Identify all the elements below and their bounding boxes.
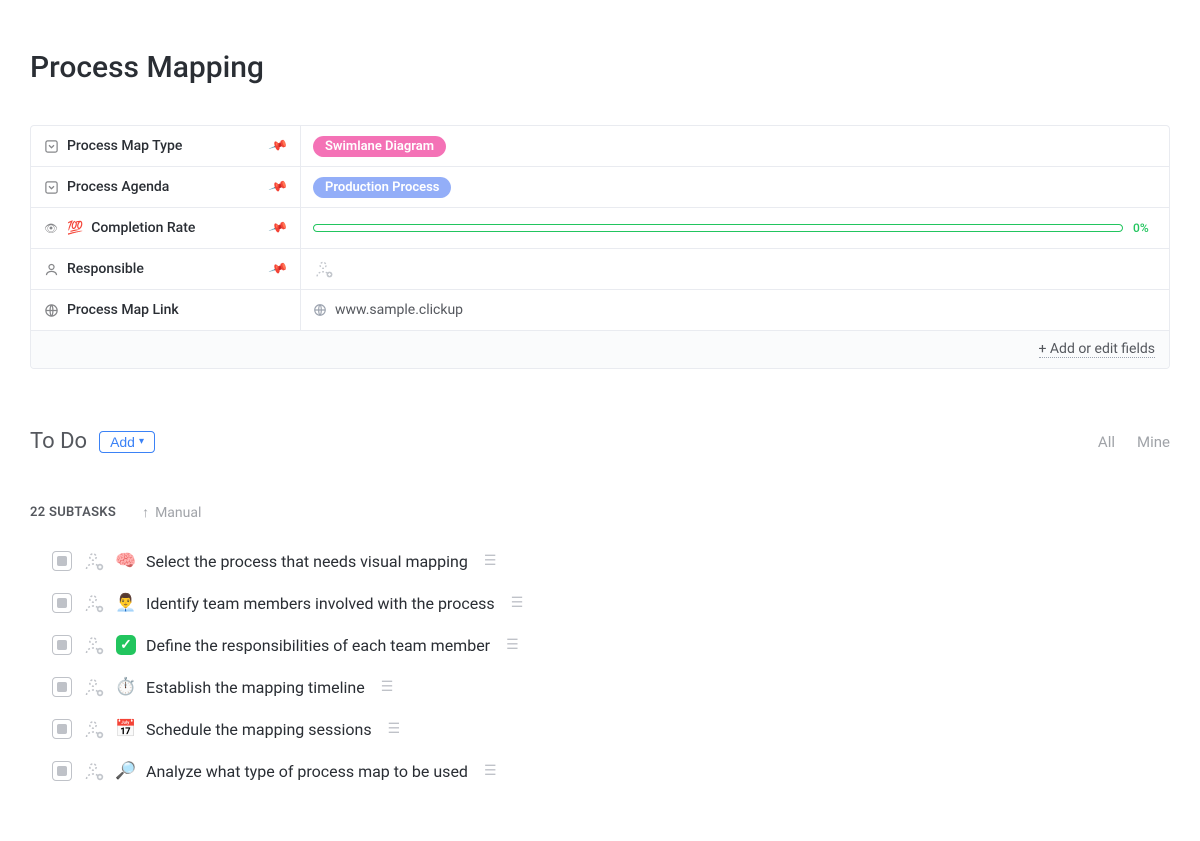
task-row[interactable]: 👨‍💼 Identify team members involved with t… (52, 591, 1170, 615)
pin-icon[interactable]: 📌 (267, 177, 288, 197)
task-status-checkbox[interactable] (52, 761, 72, 781)
todo-filter-tabs: All Mine (1098, 433, 1170, 451)
pin-icon[interactable]: 📌 (267, 259, 288, 279)
task-list: 🧠 Select the process that needs visual ma… (30, 549, 1170, 783)
task-status-checkbox[interactable] (52, 593, 72, 613)
add-button[interactable]: Add ▾ (99, 431, 155, 453)
task-drag-handle-icon[interactable]: ☰ (484, 763, 495, 779)
field-label-cell: Process Map Type 📌 (31, 126, 301, 166)
task-assignee-add-icon[interactable] (82, 549, 106, 573)
task-status-checkbox[interactable] (52, 677, 72, 697)
checkmark-green-icon: ✓ (116, 635, 136, 655)
gauge-icon: 👁 (43, 220, 59, 236)
caret-down-icon: ▾ (139, 436, 144, 447)
task-title[interactable]: Analyze what type of process map to be u… (146, 762, 468, 781)
todo-section-title: To Do (30, 429, 87, 454)
todo-header: To Do Add ▾ All Mine (30, 429, 1170, 454)
task-row[interactable]: 🧠 Select the process that needs visual ma… (52, 549, 1170, 573)
task-row[interactable]: 🔎 Analyze what type of process map to be … (52, 759, 1170, 783)
progress-percent-label: 0% (1133, 221, 1157, 235)
link-text: www.sample.clickup (335, 302, 463, 318)
task-assignee-add-icon[interactable] (82, 717, 106, 741)
progress-bar-track (313, 224, 1123, 232)
task-status-checkbox[interactable] (52, 635, 72, 655)
field-label: Process Map Type (67, 138, 262, 154)
field-value-cell[interactable]: 0% (301, 215, 1169, 241)
link-value[interactable]: www.sample.clickup (313, 302, 463, 318)
progress-bar[interactable]: 0% (313, 221, 1157, 235)
task-assignee-add-icon[interactable] (82, 591, 106, 615)
pin-icon[interactable]: 📌 (267, 136, 288, 156)
field-row-responsible: Responsible 📌 (31, 249, 1169, 290)
task-assignee-add-icon[interactable] (82, 759, 106, 783)
task-drag-handle-icon[interactable]: ☰ (511, 595, 522, 611)
sort-mode[interactable]: ↑ Manual (142, 504, 201, 521)
pin-icon[interactable]: 📌 (267, 218, 288, 238)
dropdown-field-icon (43, 138, 59, 154)
field-value-cell[interactable]: www.sample.clickup (301, 296, 1169, 324)
task-emoji-icon: ⏱️ (116, 677, 136, 697)
field-value-cell[interactable] (301, 252, 1169, 286)
hundred-emoji-icon: 💯 (67, 221, 83, 236)
task-title[interactable]: Define the responsibilities of each team… (146, 636, 490, 655)
task-status-checkbox[interactable] (52, 719, 72, 739)
field-value-cell[interactable]: Swimlane Diagram (301, 130, 1169, 163)
sort-mode-label: Manual (155, 505, 201, 521)
task-drag-handle-icon[interactable]: ☰ (484, 553, 495, 569)
task-row[interactable]: ⏱️ Establish the mapping timeline ☰ (52, 675, 1170, 699)
task-emoji-icon: 🔎 (116, 761, 136, 781)
field-label: Responsible (67, 261, 262, 277)
custom-fields-table: Process Map Type 📌 Swimlane Diagram Proc… (30, 125, 1170, 369)
task-drag-handle-icon[interactable]: ☰ (381, 679, 392, 695)
globe-icon (43, 302, 59, 318)
task-emoji-icon: 📅 (116, 719, 136, 739)
field-label-cell: Process Agenda 📌 (31, 167, 301, 207)
field-label: Process Map Link (67, 302, 288, 318)
subtasks-count: 22 SUBTASKS (30, 505, 116, 520)
tab-mine[interactable]: Mine (1137, 433, 1170, 451)
task-drag-handle-icon[interactable]: ☰ (506, 637, 517, 653)
field-row-process-map-type: Process Map Type 📌 Swimlane Diagram (31, 126, 1169, 167)
task-row[interactable]: ✓ Define the responsibilities of each tea… (52, 633, 1170, 657)
tag-swimlane-diagram[interactable]: Swimlane Diagram (313, 136, 446, 157)
tag-production-process[interactable]: Production Process (313, 177, 451, 198)
field-row-process-map-link: Process Map Link www.sample.clickup (31, 290, 1169, 331)
add-or-edit-fields-link[interactable]: + Add or edit fields (1039, 341, 1156, 358)
assignee-empty-icon[interactable] (313, 258, 335, 280)
page-title: Process Mapping (30, 50, 1170, 85)
field-label-cell: 👁 💯 Completion Rate 📌 (31, 208, 301, 248)
task-assignee-add-icon[interactable] (82, 675, 106, 699)
field-row-process-agenda: Process Agenda 📌 Production Process (31, 167, 1169, 208)
subtasks-meta: 22 SUBTASKS ↑ Manual (30, 504, 1170, 521)
task-title[interactable]: Identify team members involved with the … (146, 594, 495, 613)
field-row-completion-rate: 👁 💯 Completion Rate 📌 0% (31, 208, 1169, 249)
task-title[interactable]: Establish the mapping timeline (146, 678, 365, 697)
task-row[interactable]: 📅 Schedule the mapping sessions ☰ (52, 717, 1170, 741)
add-button-label: Add (110, 434, 135, 450)
task-title[interactable]: Select the process that needs visual map… (146, 552, 468, 571)
field-label-cell: Process Map Link (31, 290, 301, 330)
field-label: Process Agenda (67, 179, 262, 195)
task-drag-handle-icon[interactable]: ☰ (388, 721, 399, 737)
task-title[interactable]: Schedule the mapping sessions (146, 720, 372, 739)
tab-all[interactable]: All (1098, 433, 1115, 451)
task-emoji-icon: 👨‍💼 (116, 593, 136, 613)
task-emoji-icon: 🧠 (116, 551, 136, 571)
globe-small-icon (313, 303, 327, 317)
arrow-up-icon: ↑ (142, 504, 149, 521)
person-icon (43, 261, 59, 277)
dropdown-field-icon (43, 179, 59, 195)
task-assignee-add-icon[interactable] (82, 633, 106, 657)
field-value-cell[interactable]: Production Process (301, 171, 1169, 204)
field-label: Completion Rate (91, 220, 262, 236)
task-status-checkbox[interactable] (52, 551, 72, 571)
add-edit-fields-row: + Add or edit fields (31, 331, 1169, 368)
field-label-cell: Responsible 📌 (31, 249, 301, 289)
